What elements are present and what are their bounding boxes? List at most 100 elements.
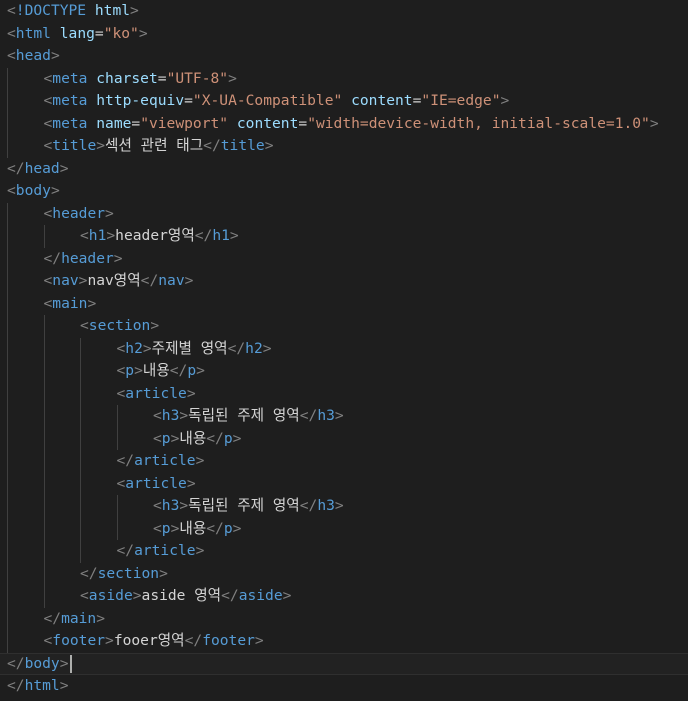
token-tag: article	[125, 384, 187, 402]
token-punc: <	[80, 227, 89, 244]
token-punc: <	[153, 519, 162, 537]
token-tag: h3	[317, 407, 335, 424]
token-punc: >	[184, 272, 194, 289]
token-punc: <	[80, 317, 89, 334]
code-line[interactable]: <body>	[7, 180, 60, 203]
code-line[interactable]: <main>	[7, 293, 97, 316]
code-line[interactable]: <meta name="viewport" content="width=dev…	[7, 113, 659, 136]
token-text: 독립된 주제 영역	[188, 497, 300, 514]
token-text: 내용	[142, 362, 170, 379]
code-line[interactable]: <!DOCTYPE html>	[7, 0, 139, 23]
token-tag: h3	[317, 497, 335, 514]
token-attr: name	[96, 114, 132, 132]
token-tag: section	[88, 317, 151, 334]
token-punc: >	[106, 227, 116, 244]
token-text: fooer영역	[113, 632, 185, 649]
token-tag: p	[161, 429, 171, 447]
token-text: 주제별 영역	[151, 339, 228, 357]
code-line[interactable]: <p>내용</p>	[7, 428, 241, 451]
token-punc: >	[179, 407, 189, 424]
token-punc: >	[334, 497, 344, 514]
code-line[interactable]: <meta charset="UTF-8">	[7, 68, 237, 91]
token-punc: <	[7, 2, 16, 19]
token-text: =	[157, 69, 167, 87]
token-punc: >	[186, 384, 196, 402]
token-tag: nav	[158, 272, 185, 289]
token-tag: body	[24, 654, 60, 672]
code-line[interactable]: </html>	[7, 675, 69, 698]
token-tag: meta	[52, 69, 88, 87]
code-line[interactable]: <article>	[7, 383, 196, 406]
code-line[interactable]: <html lang="ko">	[7, 23, 148, 46]
token-doc: !DOCTYPE	[15, 2, 87, 19]
code-line[interactable]: <h3>독립된 주제 영역</h3>	[7, 495, 344, 518]
token-tag: footer	[202, 632, 255, 649]
token-punc: </	[116, 542, 135, 559]
token-punc: <	[43, 114, 53, 132]
token-punc: >	[232, 429, 242, 447]
code-line[interactable]: </main>	[7, 608, 106, 631]
token-str: "viewport"	[140, 114, 229, 132]
code-line[interactable]: <h1>header영역</h1>	[7, 225, 239, 248]
token-attr: http-equiv	[96, 92, 185, 109]
token-punc: </	[203, 137, 221, 154]
code-line[interactable]: </article>	[7, 540, 205, 563]
code-line[interactable]: <meta http-equiv="X-UA-Compatible" conte…	[7, 90, 510, 113]
token-text: 섹션 관련 태그	[105, 137, 204, 154]
code-editor[interactable]: <!DOCTYPE html> <html lang="ko"> <head> <me…	[0, 0, 688, 701]
token-tag: p	[223, 519, 233, 537]
token-punc: >	[113, 249, 123, 267]
code-line[interactable]: <title>섹션 관련 태그</title>	[7, 135, 274, 158]
code-line[interactable]: </section>	[7, 563, 168, 586]
token-punc: <	[153, 497, 162, 514]
token-punc: </	[194, 227, 213, 244]
token-tag: article	[134, 542, 196, 559]
token-punc: >	[282, 587, 292, 604]
token-punc: </	[43, 249, 62, 267]
token-punc: >	[105, 204, 114, 222]
token-tag: header	[61, 249, 114, 267]
token-text: =	[131, 114, 141, 132]
token-tag: p	[125, 362, 135, 379]
code-line[interactable]: <p>내용</p>	[7, 518, 241, 541]
code-line[interactable]: </header>	[7, 248, 123, 271]
token-tag: aside	[88, 587, 133, 604]
token-punc: >	[132, 587, 142, 604]
token-text: =	[298, 114, 308, 132]
token-tag: body	[15, 182, 51, 199]
token-str: "IE=edge"	[421, 92, 501, 109]
token-punc: >	[138, 24, 148, 42]
token-punc: >	[59, 159, 69, 177]
token-punc: </	[184, 632, 203, 649]
code-line[interactable]: <nav>nav영역</nav>	[7, 270, 194, 293]
token-tag: section	[97, 564, 160, 582]
code-line[interactable]: <h3>독립된 주제 영역</h3>	[7, 405, 344, 428]
code-line[interactable]: <footer>fooer영역</footer>	[7, 630, 264, 653]
code-line[interactable]: <aside>aside 영역</aside>	[7, 585, 291, 608]
token-punc: >	[50, 182, 60, 199]
code-line[interactable]: <p>내용</p>	[7, 360, 205, 383]
token-punc: >	[196, 362, 205, 379]
token-tag: h1	[88, 227, 107, 244]
code-line[interactable]: <article>	[7, 473, 196, 496]
token-punc: </	[116, 452, 135, 469]
token-punc: >	[96, 137, 106, 154]
code-line[interactable]: </head>	[7, 158, 69, 181]
code-line[interactable]: <h2>주제별 영역</h2>	[7, 338, 272, 361]
token-punc: >	[130, 2, 139, 19]
token-punc: </	[140, 272, 159, 289]
token-attr: charset	[96, 69, 158, 87]
token-punc: >	[59, 654, 69, 672]
token-tag: aside	[238, 587, 283, 604]
token-tag: h2	[245, 339, 263, 357]
code-line[interactable]: <section>	[7, 315, 159, 338]
token-tag: h3	[161, 497, 180, 514]
token-tag: article	[134, 452, 196, 469]
code-line[interactable]: <head>	[7, 45, 60, 68]
code-line[interactable]: <header>	[7, 203, 114, 226]
token-punc: >	[159, 564, 168, 582]
code-line-current[interactable]: </body>	[0, 652, 688, 675]
code-line[interactable]: </article>	[7, 450, 205, 473]
